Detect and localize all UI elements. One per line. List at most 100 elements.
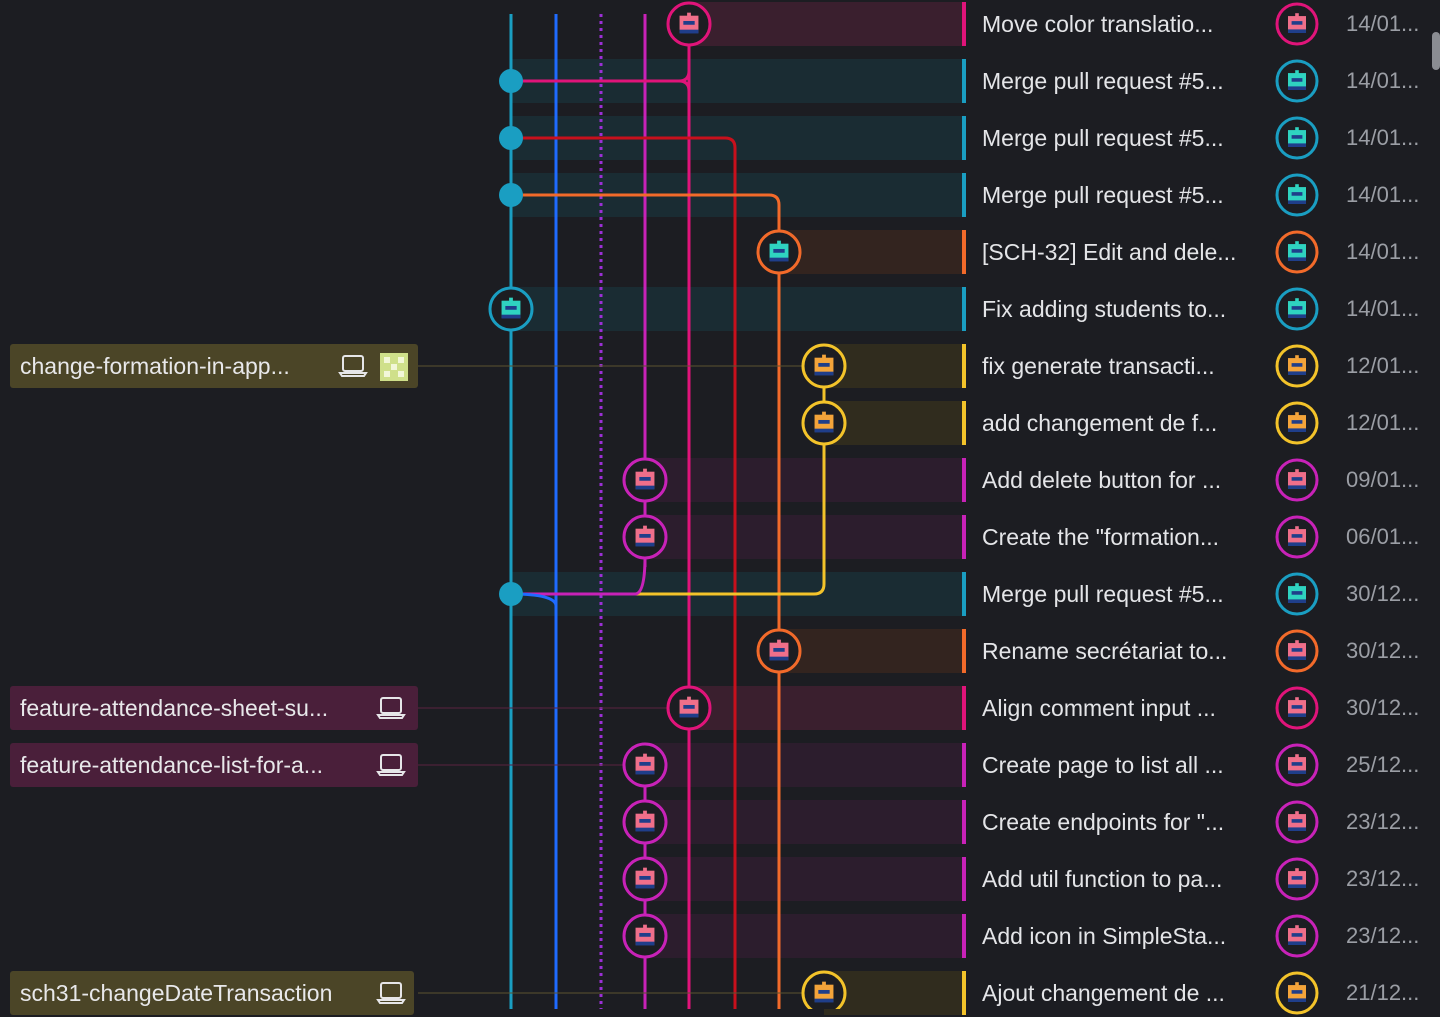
lane-color-bar — [962, 458, 966, 502]
branch-name: sch31-changeDateTransaction — [20, 979, 333, 1006]
orange-pixel-avatar-icon — [1275, 344, 1319, 388]
lane-color-bar — [962, 686, 966, 730]
branch-name: change-formation-in-app... — [20, 352, 290, 379]
lane-color-bar — [962, 230, 966, 274]
commit-date: 14/01... — [1346, 125, 1420, 150]
teal-pixel-avatar-icon — [1275, 116, 1319, 160]
branch-label[interactable]: feature-attendance-sheet-su... — [10, 686, 418, 730]
commit-date: 23/12... — [1346, 809, 1420, 834]
commit-row[interactable]: Ajout changement de ... 21/12... — [962, 971, 1440, 1015]
commit-row[interactable]: Add delete button for ... 09/01... — [962, 458, 1440, 502]
pink-pixel-avatar-icon — [1275, 686, 1319, 730]
teal-pixel-avatar-icon — [1275, 572, 1319, 616]
commit-row[interactable]: Fix adding students to... 14/01... — [962, 287, 1440, 331]
commit-message: Create endpoints for "... — [982, 809, 1225, 835]
pink-pixel-avatar-icon — [1275, 800, 1319, 844]
commit-message: Merge pull request #5... — [982, 125, 1224, 151]
laptop-icon — [338, 355, 368, 377]
green-pixel-avatar-icon — [380, 353, 408, 381]
branch-label[interactable]: change-formation-in-app... — [10, 344, 418, 388]
pink-pixel-avatar-icon — [756, 628, 802, 674]
pink-pixel-avatar-icon — [622, 799, 668, 845]
lane-color-bar — [962, 800, 966, 844]
commit-row[interactable]: Create endpoints for "... 23/12... — [962, 800, 1440, 844]
pink-pixel-avatar-icon — [1275, 686, 1319, 730]
orange-pixel-avatar-icon — [801, 343, 847, 389]
commit-row[interactable]: [SCH-32] Edit and dele... 14/01... — [962, 230, 1440, 274]
orange-pixel-avatar-icon — [1275, 401, 1319, 445]
commit-row[interactable]: Merge pull request #5... 14/01... — [962, 59, 1440, 103]
pink-pixel-avatar-icon — [622, 742, 668, 788]
teal-pixel-avatar-icon — [756, 229, 802, 275]
orange-pixel-avatar-icon — [1275, 971, 1319, 1015]
lane-color-bar — [962, 629, 966, 673]
pink-pixel-avatar-icon — [1275, 857, 1319, 901]
teal-pixel-avatar-icon — [1275, 572, 1319, 616]
pink-pixel-avatar-icon — [1275, 857, 1319, 901]
commit-date: 14/01... — [1346, 239, 1420, 264]
commit-message: Ajout changement de ... — [982, 980, 1225, 1006]
pink-pixel-avatar-icon — [1275, 629, 1319, 673]
commit-message: add changement de f... — [982, 410, 1218, 436]
commit-row[interactable]: Merge pull request #5... 14/01... — [962, 173, 1440, 217]
pink-pixel-avatar-icon — [666, 685, 712, 731]
commit-row[interactable]: fix generate transacti... 12/01... — [962, 344, 1440, 388]
teal-pixel-avatar-icon — [1275, 173, 1319, 217]
pink-pixel-avatar-icon — [1275, 629, 1319, 673]
commit-row[interactable]: Merge pull request #5... 14/01... — [962, 116, 1440, 160]
merge-commit-dot — [499, 183, 523, 207]
commit-row[interactable]: Move color translatio... 14/01... — [962, 2, 1440, 46]
lane-color-bar — [962, 401, 966, 445]
commit-date: 09/01... — [1346, 467, 1420, 492]
commit-message: Add icon in SimpleSta... — [982, 923, 1227, 949]
commit-message: Merge pull request #5... — [982, 68, 1224, 94]
commit-date: 30/12... — [1346, 638, 1420, 663]
lane-color-bar — [962, 971, 966, 1015]
scrollbar-thumb[interactable] — [1432, 32, 1440, 70]
pink-pixel-avatar-icon — [1275, 458, 1319, 502]
lane-color-bar — [962, 857, 966, 901]
commit-row[interactable]: add changement de f... 12/01... — [962, 401, 1440, 445]
lane-color-bar — [962, 344, 966, 388]
commit-date: 12/01... — [1346, 410, 1420, 435]
commit-row[interactable]: Create the "formation... 06/01... — [962, 515, 1440, 559]
commit-date: 30/12... — [1346, 581, 1420, 606]
lane-color-bar — [962, 515, 966, 559]
commit-graph: change-formation-in-app... feature-attend… — [0, 0, 1440, 1015]
commit-date: 25/12... — [1346, 752, 1420, 777]
commit-message: fix generate transacti... — [982, 353, 1215, 379]
commit-message: Move color translatio... — [982, 11, 1214, 37]
pink-pixel-avatar-icon — [1275, 743, 1319, 787]
orange-pixel-avatar-icon — [1275, 971, 1319, 1015]
merge-curve — [511, 556, 647, 596]
pink-pixel-avatar-icon — [1275, 2, 1319, 46]
commit-row[interactable]: Add util function to pa... 23/12... — [962, 857, 1440, 901]
branch-label[interactable]: feature-attendance-list-for-a... — [10, 743, 418, 787]
teal-pixel-avatar-icon — [1275, 287, 1319, 331]
commit-message: Create the "formation... — [982, 524, 1219, 550]
commit-date: 14/01... — [1346, 296, 1420, 321]
commit-row[interactable]: Rename secrétariat to... 30/12... — [962, 629, 1440, 673]
pink-pixel-avatar-icon — [1275, 458, 1319, 502]
pink-pixel-avatar-icon — [622, 913, 668, 959]
lane-color-bar — [962, 743, 966, 787]
teal-pixel-avatar-icon — [1275, 173, 1319, 217]
commit-row[interactable]: Add icon in SimpleSta... 23/12... — [962, 914, 1440, 958]
commit-row[interactable]: Create page to list all ... 25/12... — [962, 743, 1440, 787]
commit-date: 21/12... — [1346, 980, 1420, 1005]
laptop-icon — [376, 697, 406, 719]
commit-date: 12/01... — [1346, 353, 1420, 378]
commit-date: 14/01... — [1346, 11, 1420, 36]
teal-pixel-avatar-icon — [1275, 59, 1319, 103]
pink-pixel-avatar-icon — [1275, 515, 1319, 559]
branch-label[interactable]: sch31-changeDateTransaction — [10, 971, 414, 1015]
commit-message: Merge pull request #5... — [982, 182, 1224, 208]
orange-pixel-avatar-icon — [1275, 344, 1319, 388]
merge-commit-dot — [499, 582, 523, 606]
pink-pixel-avatar-icon — [1275, 914, 1319, 958]
lane-color-bar — [962, 287, 966, 331]
pink-pixel-avatar-icon — [1275, 743, 1319, 787]
commit-row[interactable]: Merge pull request #5... 30/12... — [962, 572, 1440, 616]
teal-pixel-avatar-icon — [1275, 59, 1319, 103]
commit-row[interactable]: Align comment input ... 30/12... — [962, 686, 1440, 730]
